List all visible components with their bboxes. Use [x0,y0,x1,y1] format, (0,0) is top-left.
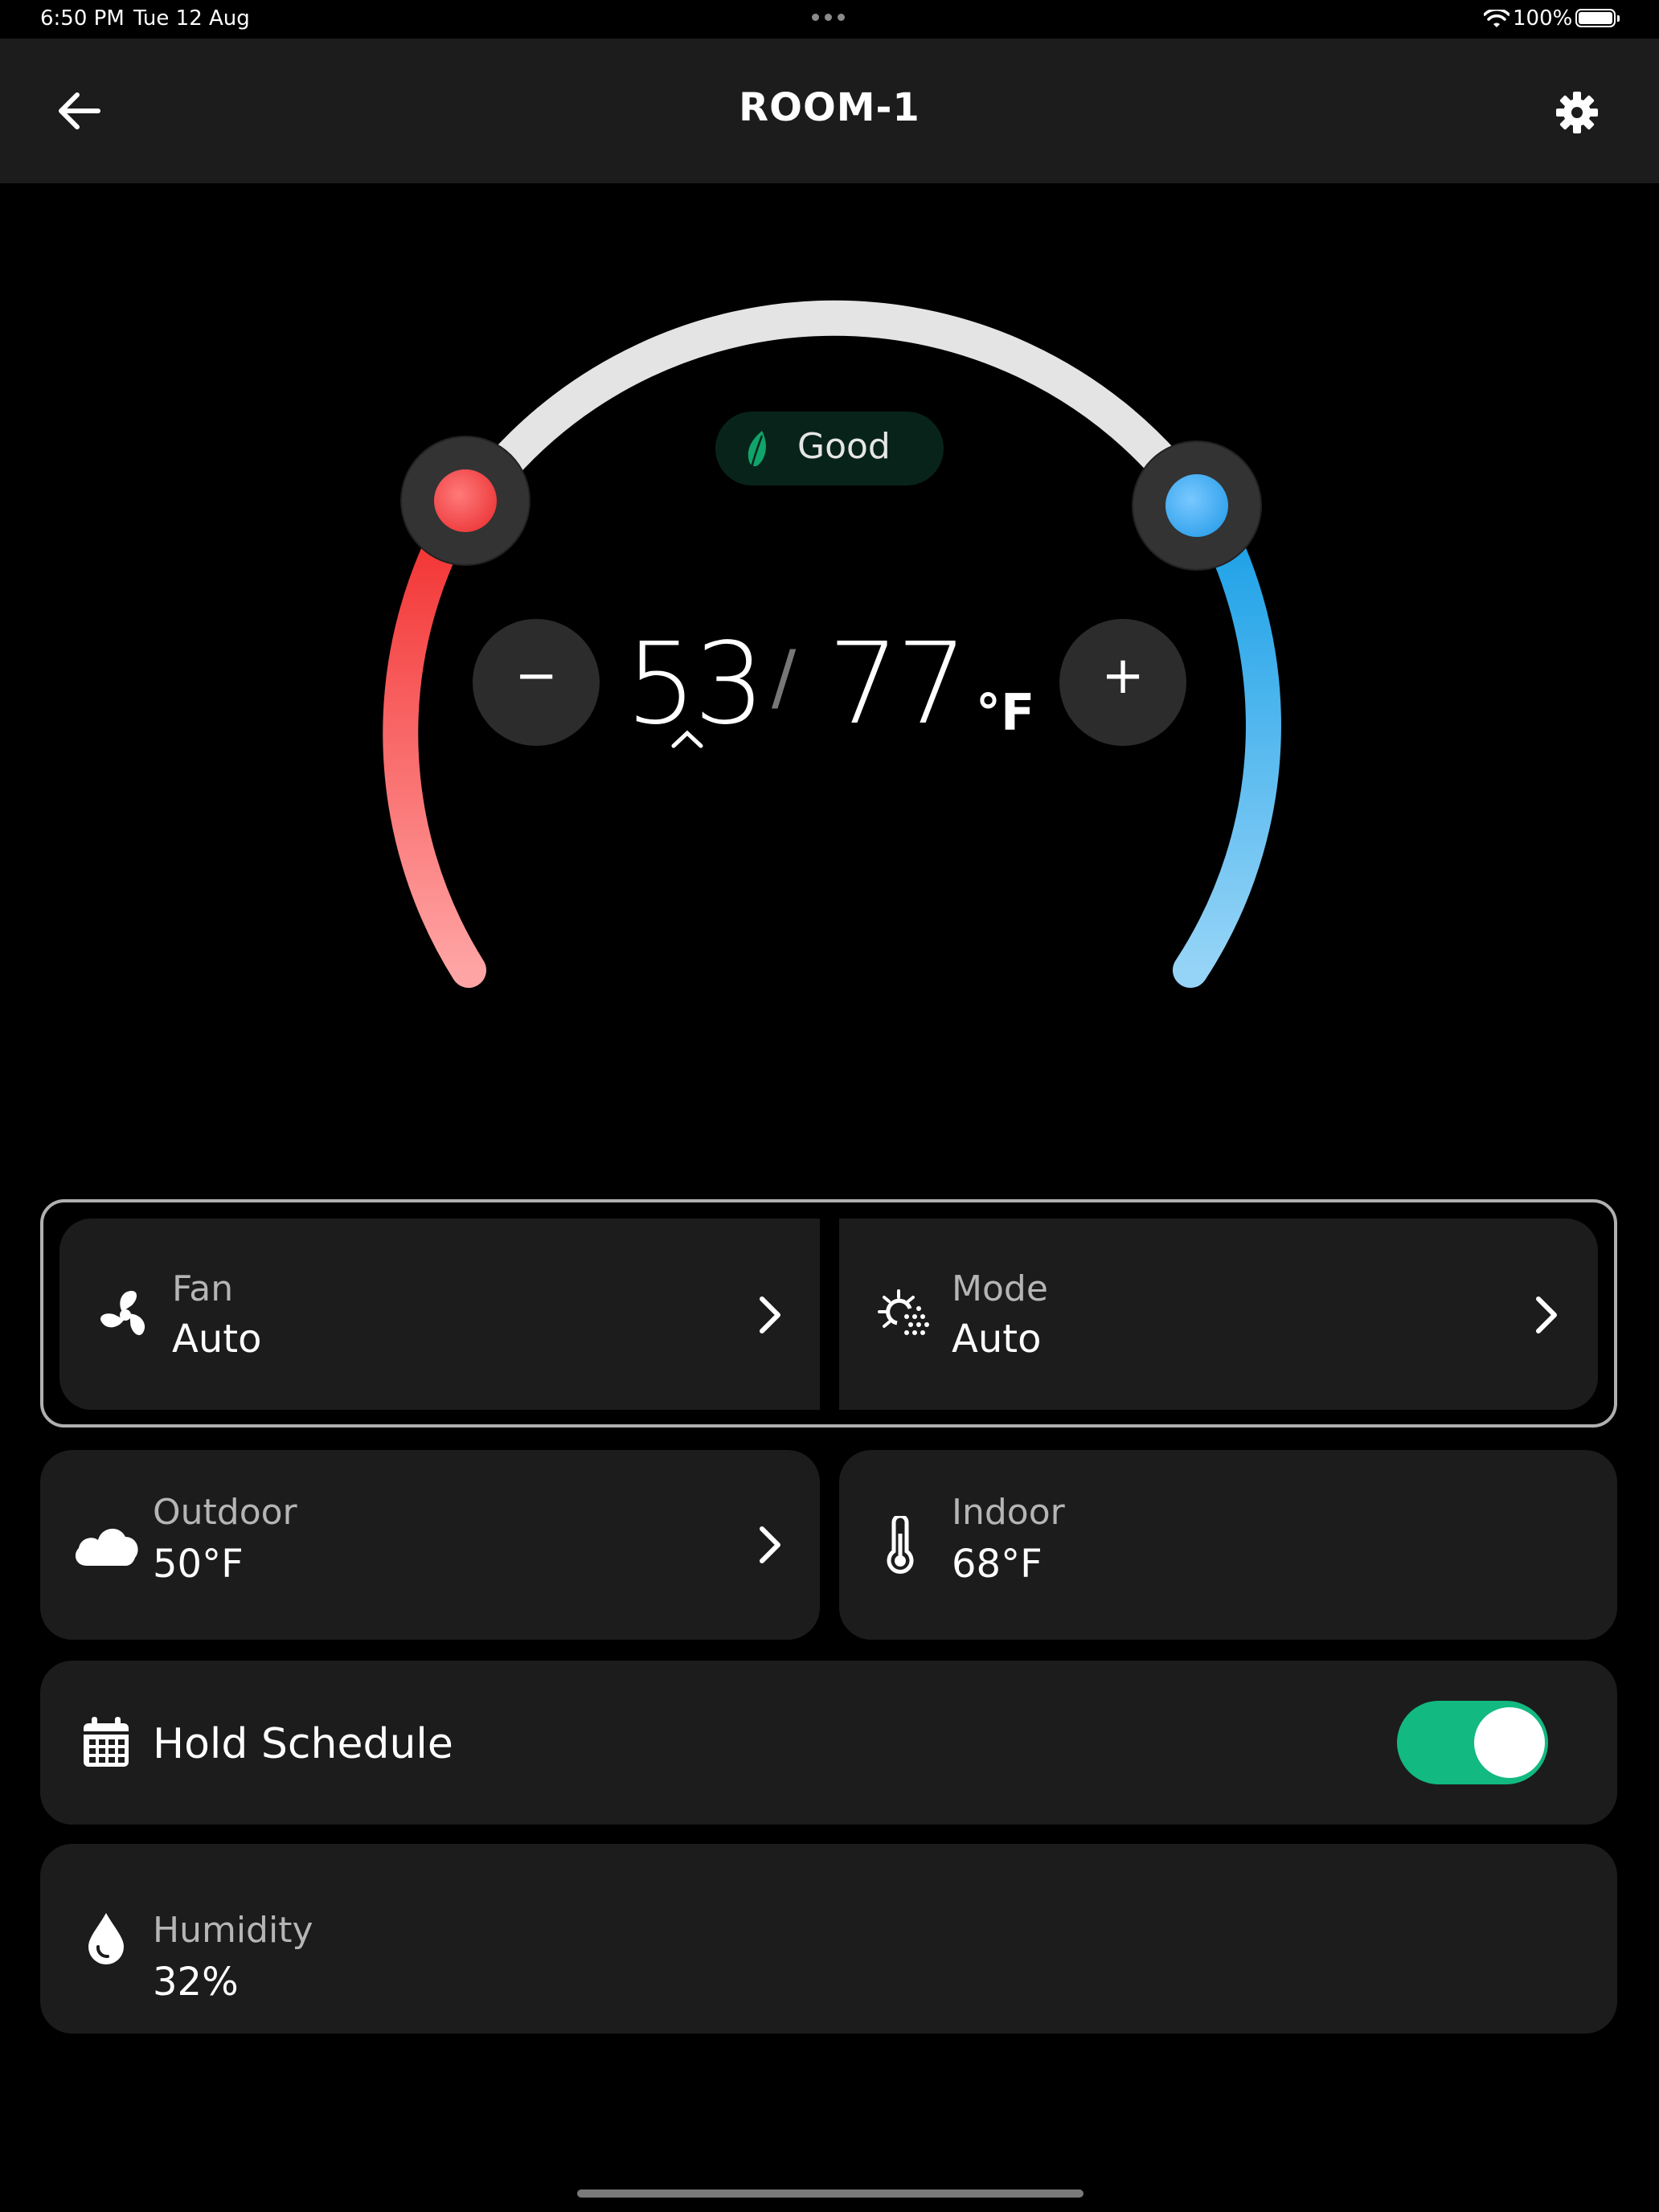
hold-schedule-toggle[interactable] [1397,1701,1548,1784]
indoor-value: 68°F [952,1542,1043,1587]
temperature-unit: °F [976,683,1035,742]
thermometer-icon [887,1516,914,1574]
fan-label: Fan [172,1268,234,1309]
multitasking-dots-icon[interactable] [812,14,845,21]
toggle-thumb [1474,1707,1545,1778]
mode-label: Mode [952,1268,1048,1309]
outdoor-value: 50°F [153,1542,244,1587]
gear-icon[interactable] [1555,90,1600,135]
chevron-right-icon [1536,1296,1557,1333]
air-quality-label: Good [797,426,891,467]
humidity-label: Humidity [153,1910,313,1951]
home-indicator[interactable] [577,2189,1083,2198]
indoor-label: Indoor [952,1492,1065,1533]
mode-value: Auto [952,1317,1042,1362]
mode-card[interactable]: Mode Auto [839,1219,1598,1410]
status-bar: 6:50 PM Tue 12 Aug 100% [0,0,1659,39]
chevron-up-icon [671,730,703,748]
hold-schedule-card: Hold Schedule [40,1661,1617,1825]
battery-percent: 100% [1513,6,1573,31]
heat-setpoint-handle[interactable] [402,437,529,564]
sun-snow-icon [878,1289,929,1335]
cool-setpoint-handle[interactable] [1133,442,1260,569]
status-time: 6:50 PM [40,6,125,31]
plus-icon: + [1101,646,1145,706]
increase-temperature-button[interactable]: + [1059,619,1186,746]
navigation-bar: ROOM-1 [0,39,1659,183]
calendar-icon [84,1717,129,1767]
hold-schedule-label: Hold Schedule [153,1720,453,1768]
setpoint-separator: / [772,635,797,719]
outdoor-card[interactable]: Outdoor 50°F [40,1450,820,1640]
decrease-temperature-button[interactable]: − [473,619,600,746]
minus-icon: − [514,646,558,706]
battery-icon [1575,9,1620,27]
chevron-right-icon [760,1296,780,1333]
chevron-right-icon [760,1526,780,1563]
heat-arc [383,484,486,988]
indoor-card: Indoor 68°F [839,1450,1617,1640]
fan-icon [100,1291,145,1336]
status-date: Tue 12 Aug [133,6,250,31]
humidity-card: Humidity 32% [40,1844,1617,2034]
outdoor-label: Outdoor [153,1492,297,1533]
cloud-icon [75,1528,138,1566]
wifi-icon [1484,10,1509,27]
humidity-value: 32% [153,1960,239,2005]
fan-card[interactable]: Fan Auto [59,1219,820,1410]
droplet-icon [88,1913,124,1964]
leaf-icon [748,431,766,469]
air-quality-badge: Good [715,412,944,485]
fan-value: Auto [172,1317,262,1362]
cool-setpoint-value[interactable]: 77 [828,619,968,750]
page-title: ROOM-1 [739,85,920,130]
cool-arc [1173,484,1281,988]
